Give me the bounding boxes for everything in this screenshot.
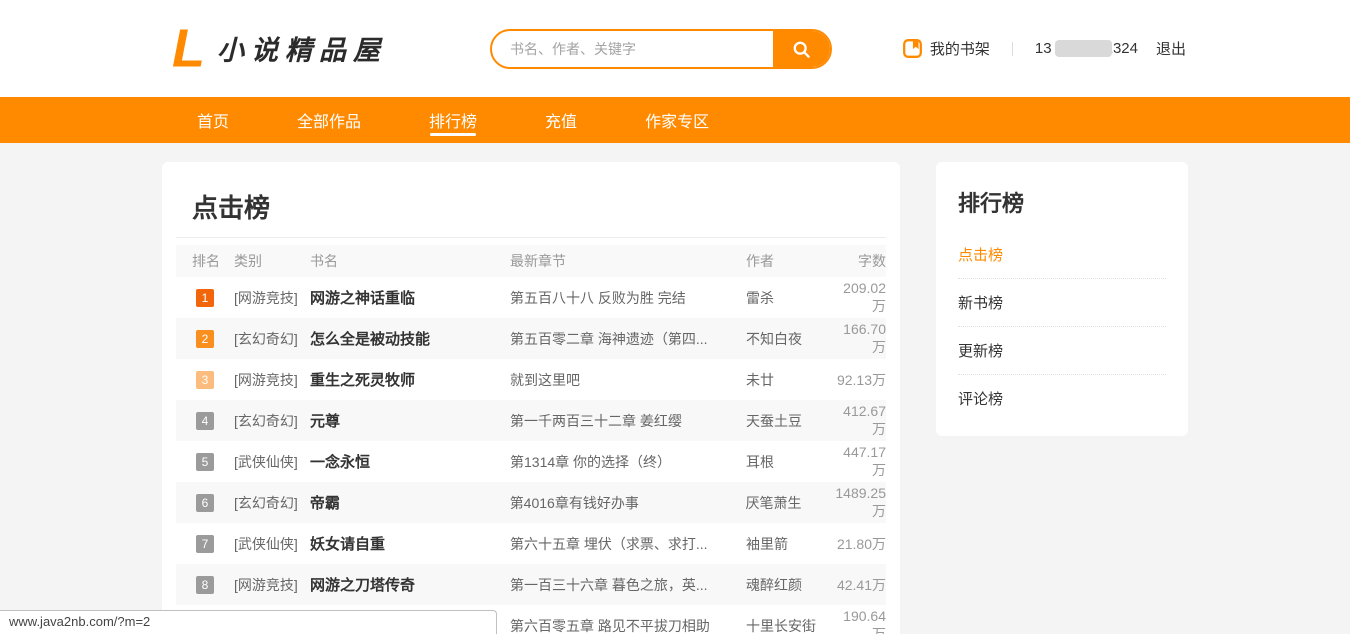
table-row[interactable]: 4 [玄幻奇幻] 元尊 第一千两百三十二章 姜红缨 天蚕土豆 412.67万: [176, 400, 886, 441]
book-category: [武侠仙侠]: [234, 453, 298, 470]
table-row[interactable]: 2 [玄幻奇幻] 怎么全是被动技能 第五百零二章 海神遗迹（第四... 不知白夜…: [176, 318, 886, 359]
user-phone: 13 1324: [1035, 40, 1138, 57]
rank-badge: 7: [196, 534, 214, 553]
logo-l-icon: L: [172, 18, 205, 79]
magnifier-icon: [791, 39, 812, 60]
col-author: 作者: [746, 253, 774, 269]
book-author: 耳根: [746, 453, 774, 470]
top-header: L 小说精品屋 书名、作者、关键字 我的书架 13 1324 退出: [0, 0, 1350, 97]
word-count: 166.70万: [843, 320, 886, 355]
book-title-link[interactable]: 网游之刀塔传奇: [310, 574, 510, 595]
book-title-link[interactable]: 怎么全是被动技能: [310, 328, 510, 349]
book-category: [玄幻奇幻]: [234, 412, 298, 429]
phone-blur-box: [1054, 40, 1112, 57]
word-count: 92.13万: [836, 371, 886, 388]
site-title: 小说精品屋: [217, 36, 387, 66]
table-header: 排名 类别 书名 最新章节 作者 字数: [176, 245, 886, 277]
nav-item-recharge[interactable]: 充值: [545, 97, 577, 143]
search-input[interactable]: [492, 31, 773, 67]
sidebar-item-click-rank[interactable]: 点击榜: [958, 230, 1166, 278]
book-author: 魂醉红颜: [746, 576, 802, 593]
word-count: 42.41万: [836, 576, 886, 593]
rank-badge: 8: [196, 575, 214, 594]
book-author: 不知白夜: [746, 330, 802, 347]
rank-badge: 2: [196, 329, 214, 348]
table-row[interactable]: 5 [武侠仙侠] 一念永恒 第1314章 你的选择（终） 耳根 447.17万: [176, 441, 886, 482]
header-divider: [1011, 41, 1013, 56]
col-title: 书名: [310, 253, 338, 269]
sidebar-item-new-books[interactable]: 新书榜: [958, 278, 1166, 326]
bookshelf-icon: [902, 38, 923, 59]
book-category: [网游竞技]: [234, 576, 298, 593]
word-count: 209.02万: [843, 279, 886, 314]
search-bar: [490, 29, 832, 69]
logout-link[interactable]: 退出: [1156, 38, 1186, 59]
word-count: 447.17万: [843, 443, 886, 478]
book-author: 厌笔萧生: [745, 494, 802, 511]
nav-item-all-books[interactable]: 全部作品: [297, 97, 361, 143]
latest-chapter[interactable]: 就到这里吧: [510, 370, 746, 390]
book-category: [玄幻奇幻]: [234, 330, 298, 347]
book-title-link[interactable]: 一念永恒: [310, 451, 510, 472]
nav-item-author-zone[interactable]: 作家专区: [645, 97, 709, 143]
book-category: [网游竞技]: [234, 289, 298, 306]
page-title: 点击榜: [176, 162, 886, 238]
ranking-sidebar: 排行榜 点击榜 新书榜 更新榜 评论榜: [936, 162, 1188, 436]
latest-chapter[interactable]: 第五百零二章 海神遗迹（第四...: [510, 329, 746, 349]
sidebar-item-comments[interactable]: 评论榜: [958, 374, 1166, 422]
site-logo[interactable]: L 小说精品屋: [172, 18, 387, 79]
book-author: 袖里箭: [746, 535, 788, 552]
col-chapter: 最新章节: [510, 253, 566, 269]
my-bookshelf-link[interactable]: 我的书架: [902, 38, 990, 59]
col-category: 类别: [234, 253, 262, 269]
rank-badge: 4: [196, 411, 214, 430]
table-row[interactable]: 6 [玄幻奇幻] 帝霸 第4016章有钱好办事 厌笔萧生 1489.25万: [176, 482, 886, 523]
sidebar-title: 排行榜: [958, 191, 1025, 216]
col-words: 字数: [858, 253, 886, 269]
table-row[interactable]: 8 [网游竞技] 网游之刀塔传奇 第一百三十六章 暮色之旅，英... 魂醉红颜 …: [176, 564, 886, 605]
rank-badge: 6: [196, 493, 214, 512]
word-count: 412.67万: [843, 402, 886, 437]
latest-chapter[interactable]: 第一百三十六章 暮色之旅，英...: [510, 575, 746, 595]
word-count: 1489.25万: [835, 484, 886, 519]
book-title-link[interactable]: 网游之神话重临: [310, 287, 510, 308]
book-author: 未廿: [746, 371, 774, 388]
nav-item-rankings[interactable]: 排行榜: [429, 97, 477, 143]
table-row[interactable]: 3 [网游竞技] 重生之死灵牧师 就到这里吧 未廿 92.13万: [176, 359, 886, 400]
book-title-link[interactable]: 帝霸: [310, 492, 510, 513]
latest-chapter[interactable]: 第六十五章 埋伏（求票、求打...: [510, 534, 746, 554]
search-button[interactable]: [773, 31, 830, 67]
rank-badge: 3: [196, 370, 214, 389]
latest-chapter[interactable]: 第4016章有钱好办事: [510, 493, 746, 513]
book-title-link[interactable]: 元尊: [310, 410, 510, 431]
word-count: 190.64万: [843, 607, 886, 634]
col-rank: 排名: [192, 253, 220, 269]
ranking-panel: 点击榜 排名 类别 书名 最新章节 作者 字数 1 [网游竞技] 网游之神话重临…: [162, 162, 900, 634]
latest-chapter[interactable]: 第一千两百三十二章 姜红缨: [510, 411, 746, 431]
main-nav: 首页 全部作品 排行榜 充值 作家专区: [0, 97, 1350, 143]
book-title-link[interactable]: 妖女请自重: [310, 533, 510, 554]
table-row[interactable]: 1 [网游竞技] 网游之神话重临 第五百八十八 反败为胜 完结 雷杀 209.0…: [176, 277, 886, 318]
sidebar-item-updates[interactable]: 更新榜: [958, 326, 1166, 374]
user-area: 我的书架 13 1324 退出: [902, 0, 1186, 97]
rank-badge: 1: [196, 288, 214, 307]
book-author: 十里长安街: [746, 617, 816, 634]
latest-chapter[interactable]: 第1314章 你的选择（终）: [510, 452, 746, 472]
book-author: 雷杀: [746, 289, 774, 306]
latest-chapter[interactable]: 第五百八十八 反败为胜 完结: [510, 288, 746, 308]
bookshelf-label: 我的书架: [929, 41, 990, 58]
book-author: 天蚕土豆: [746, 412, 802, 429]
book-category: [网游竞技]: [234, 371, 298, 388]
word-count: 21.80万: [836, 535, 886, 552]
book-title-link[interactable]: 重生之死灵牧师: [310, 369, 510, 390]
nav-item-home[interactable]: 首页: [197, 97, 229, 143]
latest-chapter[interactable]: 第六百零五章 路见不平拔刀相助: [510, 616, 746, 634]
book-category: [玄幻奇幻]: [233, 494, 298, 511]
phone-prefix: 13: [1034, 40, 1052, 57]
rank-badge: 5: [196, 452, 214, 471]
table-row[interactable]: 7 [武侠仙侠] 妖女请自重 第六十五章 埋伏（求票、求打... 袖里箭 21.…: [176, 523, 886, 564]
browser-status-url: www.java2nb.com/?m=2: [0, 610, 497, 634]
book-category: [武侠仙侠]: [234, 535, 298, 552]
